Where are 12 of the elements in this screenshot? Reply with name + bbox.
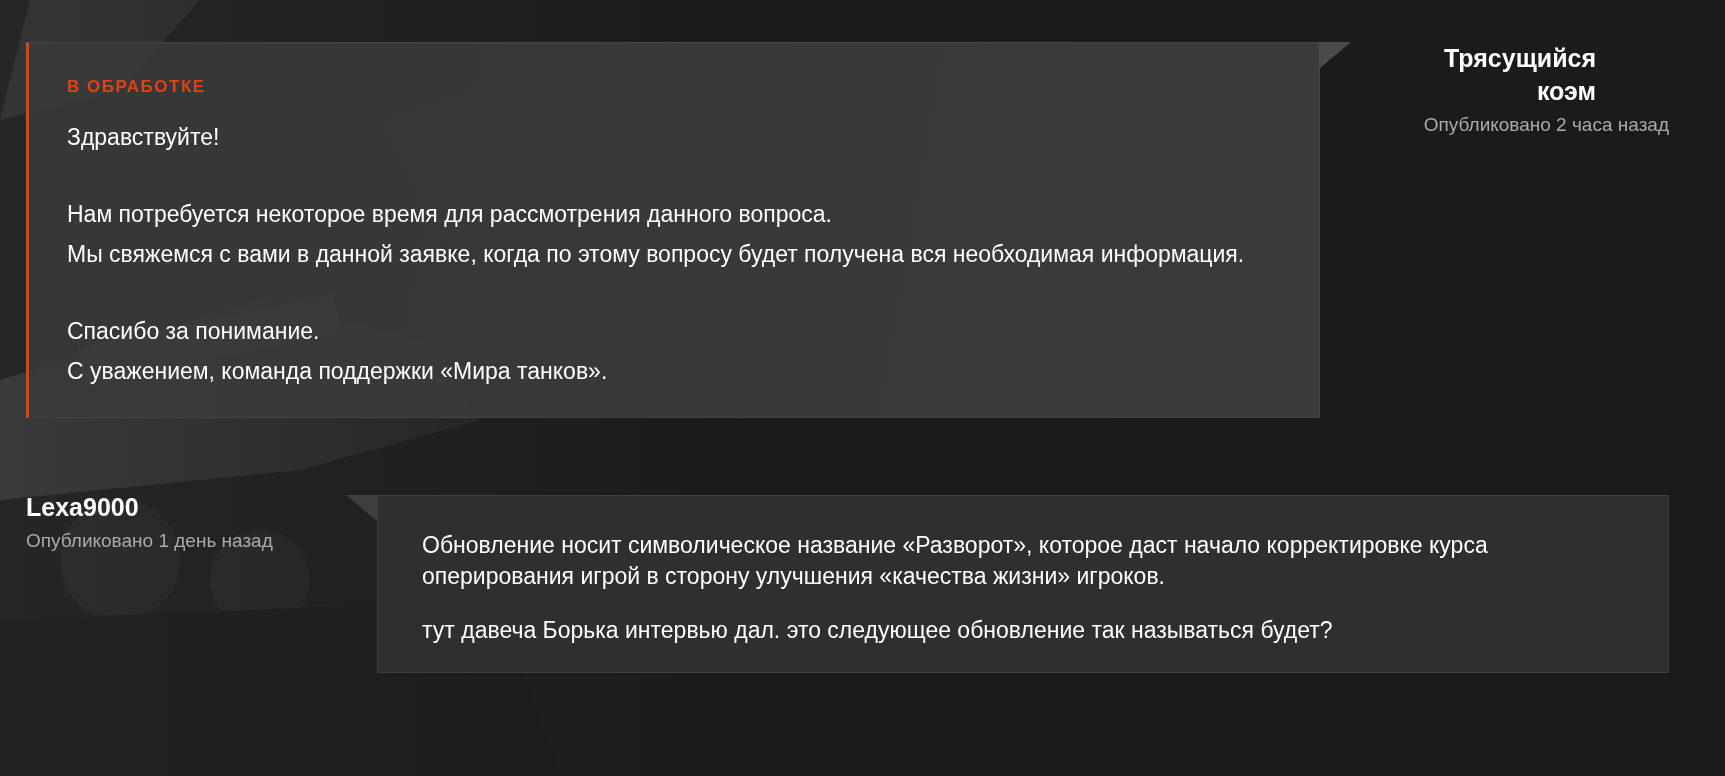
publish-date: Опубликовано 2 часа назад (1423, 114, 1669, 136)
status-label: В ОБРАБОТКЕ (67, 77, 207, 97)
publish-date: Опубликовано 1 день назад (26, 530, 273, 552)
message-text: Обновление носит символическое название «Разворот», которое даст начало корректировке курса оперирования игрой в сторону улучшения «качества жизни» игроков. (422, 531, 1489, 591)
message-text: Нам потребуется некоторое время для рассмотрения данного вопроса. (67, 200, 833, 229)
message-text: тут давеча Борька интервью дал. это следующее обновление так называться будет? (422, 616, 1334, 645)
message-text: Мы свяжемся с вами в данной заявке, когда по этому вопросу будет получена вся необходимая информация. (67, 240, 1246, 269)
author-name: Lexa9000 (26, 492, 139, 523)
message-text: Спасибо за понимание. (67, 317, 321, 346)
message-text: Здравствуйте! (67, 123, 221, 152)
author-name: Трясущийся коэм (1443, 43, 1596, 107)
message-text: С уважением, команда поддержки «Мира танков». (67, 357, 609, 386)
